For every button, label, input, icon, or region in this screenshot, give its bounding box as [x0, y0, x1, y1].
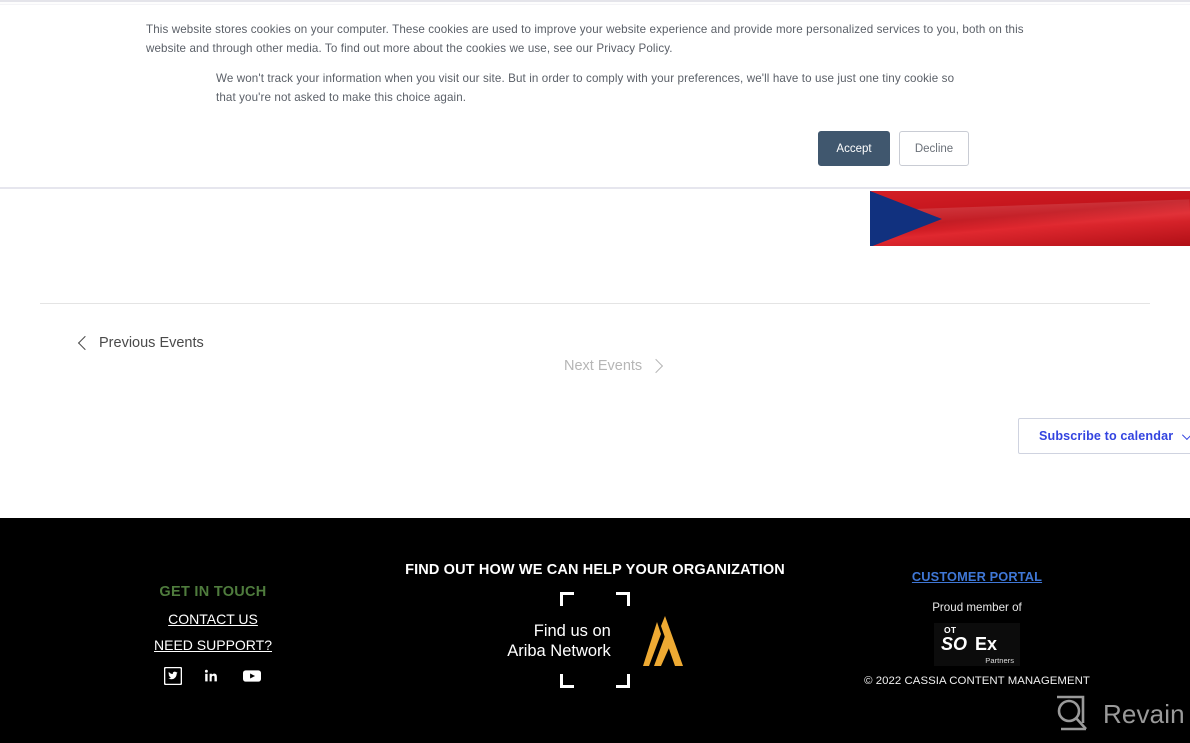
ariba-network-badge[interactable]: Find us on Ariba Network [479, 592, 711, 688]
cookie-actions: Accept Decline [818, 131, 969, 166]
previous-events-label: Previous Events [99, 335, 204, 351]
chevron-left-icon [77, 335, 93, 351]
badge-corner-bottom-left [560, 674, 574, 688]
flag-inner [870, 191, 1190, 246]
footer-portal-column: CUSTOMER PORTAL Proud member of OT SO Ex… [860, 518, 1094, 687]
proud-member-label: Proud member of [932, 601, 1022, 614]
ariba-chevron-logo-icon [642, 616, 683, 666]
contact-us-link[interactable]: CONTACT US [104, 611, 322, 627]
badge-ex-text: Ex [975, 634, 998, 654]
chevron-down-icon [1182, 429, 1190, 440]
cookie-consent-banner: This website stores cookies on your comp… [0, 5, 1190, 189]
site-footer: GET IN TOUCH CONTACT US NEED SUPPORT? FI… [0, 518, 1190, 743]
next-events-link[interactable]: Next Events [564, 358, 664, 374]
events-page-content: Previous Events Next Events [0, 189, 1190, 518]
ot-soex-partners-badge: OT SO Ex Partners [934, 623, 1020, 666]
czech-republic-flag-image [869, 189, 1190, 248]
cookie-paragraph-2: We won't track your information when you… [216, 72, 955, 104]
footer-help-column: FIND OUT HOW WE CAN HELP YOUR ORGANIZATI… [395, 518, 795, 688]
decline-cookies-button[interactable]: Decline [899, 131, 969, 166]
copyright-text: © 2022 CASSIA CONTENT MANAGEMENT [864, 675, 1090, 687]
revain-watermark: Revain [1053, 695, 1185, 733]
flag-blue-triangle [870, 191, 942, 246]
page-root: Previous Events Next Events Subscribe to… [0, 0, 1190, 743]
next-events-label: Next Events [564, 358, 643, 374]
linkedin-icon[interactable] [203, 667, 221, 685]
chevron-right-icon [649, 358, 664, 374]
previous-events-link[interactable]: Previous Events [77, 335, 204, 351]
badge-corner-bottom-right [616, 674, 630, 688]
social-links [104, 667, 322, 685]
ariba-badge-text: Find us on Ariba Network [507, 622, 611, 660]
footer-get-in-touch-column: GET IN TOUCH CONTACT US NEED SUPPORT? [104, 518, 322, 685]
badge-corner-top-right [616, 592, 630, 606]
subscribe-to-calendar-label: Subscribe to calendar [1039, 429, 1174, 443]
subscribe-to-calendar-button[interactable]: Subscribe to calendar [1018, 418, 1190, 454]
get-in-touch-heading: GET IN TOUCH [159, 584, 267, 600]
accept-cookies-button[interactable]: Accept [818, 131, 890, 166]
customer-portal-link[interactable]: CUSTOMER PORTAL [912, 569, 1042, 584]
cookie-paragraph-1: This website stores cookies on your comp… [146, 23, 1024, 55]
badge-partners-text: Partners [985, 656, 1014, 665]
events-divider [40, 303, 1150, 304]
need-support-link[interactable]: NEED SUPPORT? [104, 637, 322, 653]
footer-help-title: FIND OUT HOW WE CAN HELP YOUR ORGANIZATI… [405, 562, 785, 578]
twitter-icon[interactable] [164, 667, 182, 685]
badge-corner-top-left [560, 592, 574, 606]
youtube-icon[interactable] [242, 668, 262, 684]
revain-label: Revain [1103, 698, 1185, 729]
ariba-badge-inner: Find us on Ariba Network [479, 614, 711, 668]
badge-so-text: SO [941, 634, 968, 654]
revain-logo-icon [1057, 695, 1087, 731]
